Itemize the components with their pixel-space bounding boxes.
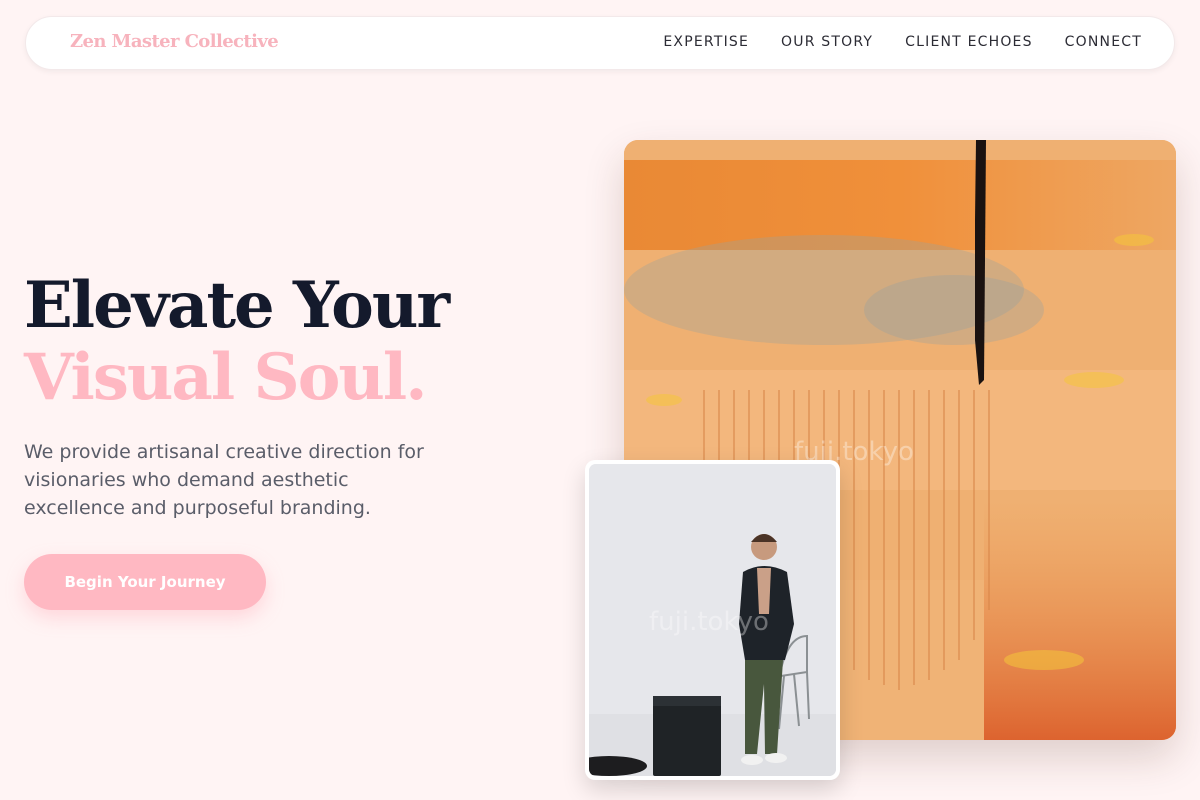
top-navbar: Zen Master Collective EXPERTISE OUR STOR… (25, 16, 1175, 70)
headline-line-1: Elevate Your (24, 268, 450, 343)
nav-link-expertise[interactable]: EXPERTISE (663, 34, 749, 50)
hero-description: We provide artisanal creative direction … (24, 441, 424, 519)
hero-headline: Elevate Your Visual Soul. (24, 268, 450, 415)
nav-link-our-story[interactable]: OUR STORY (781, 34, 873, 50)
nav-link-connect[interactable]: CONNECT (1065, 34, 1142, 50)
headline-line-2: Visual Soul. (24, 340, 428, 415)
model-photo-card: fuji.tokyo (585, 460, 840, 780)
brand-logo[interactable]: Zen Master Collective (70, 31, 279, 52)
photo-watermark: fuji.tokyo (649, 607, 769, 637)
model-photo-image: fuji.tokyo (589, 464, 836, 776)
nav-link-client-echoes[interactable]: CLIENT ECHOES (905, 34, 1033, 50)
nav-links: EXPERTISE OUR STORY CLIENT ECHOES CONNEC… (663, 34, 1142, 50)
begin-journey-button[interactable]: Begin Your Journey (24, 554, 266, 610)
